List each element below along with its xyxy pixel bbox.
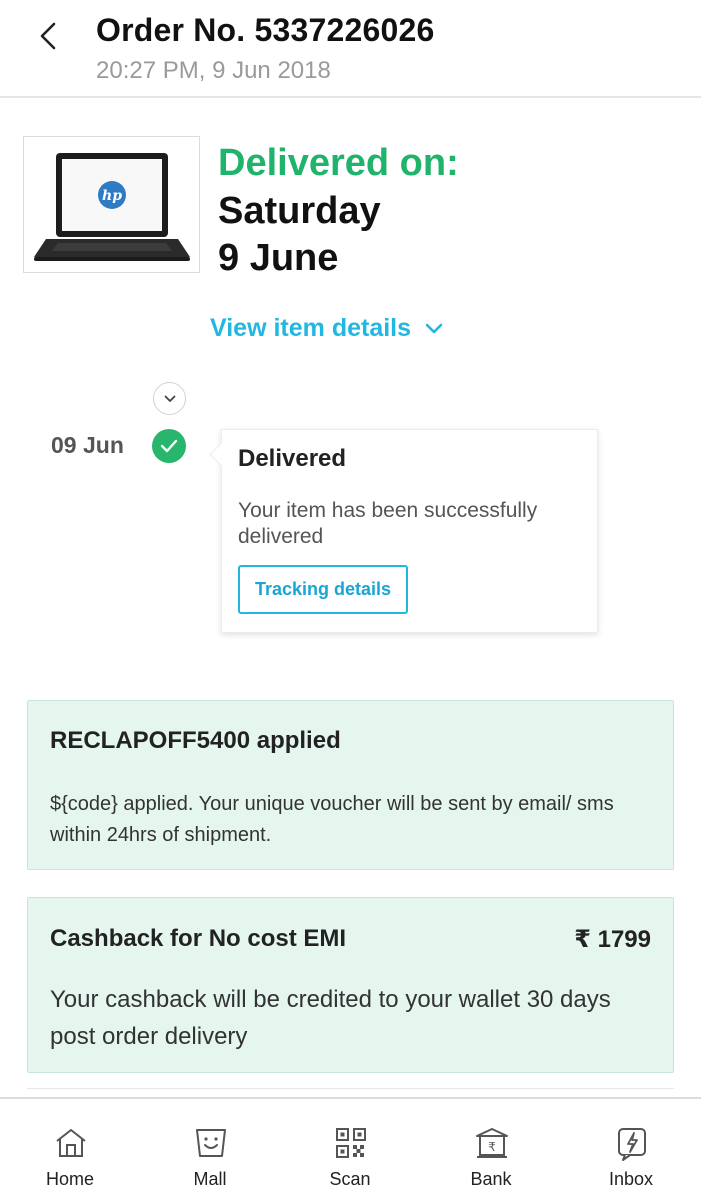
nav-inbox[interactable]: Inbox — [571, 1099, 691, 1200]
voucher-title: RECLAPOFF5400 applied — [50, 727, 341, 754]
tracking-details-button[interactable]: Tracking details — [238, 565, 408, 614]
back-button[interactable] — [30, 18, 66, 54]
view-item-details-label: View item details — [210, 314, 412, 342]
delivered-label: Delivered on: — [218, 142, 459, 184]
voucher-message: ${code} applied. Your unique voucher wil… — [50, 793, 614, 846]
nav-scan-label: Scan — [329, 1169, 371, 1189]
svg-text:₹: ₹ — [488, 1140, 496, 1154]
timeline-expand-button[interactable] — [153, 382, 186, 415]
status-check-icon — [152, 429, 186, 463]
divider — [27, 1088, 674, 1089]
mall-icon — [196, 1129, 226, 1157]
nav-mall-label: Mall — [193, 1169, 227, 1189]
nav-home-label: Home — [45, 1169, 94, 1189]
cashback-message: Your cashback will be credited to your w… — [50, 986, 611, 1050]
nav-mall[interactable]: Mall — [150, 1099, 270, 1200]
nav-inbox-label: Inbox — [608, 1169, 654, 1189]
nav-scan[interactable]: Scan — [290, 1099, 410, 1200]
voucher-box: RECLAPOFF5400 applied ${code} applied. Y… — [27, 700, 674, 870]
nav-bank[interactable]: ₹ Bank — [431, 1099, 551, 1200]
chevron-down-icon — [164, 395, 175, 402]
delivered-day: Saturday — [218, 190, 381, 232]
timeline-date: 09 Jun — [51, 432, 124, 458]
qr-scan-icon — [336, 1128, 366, 1158]
cashback-box: Cashback for No cost EMI ₹ 1799 Your cas… — [27, 897, 674, 1073]
order-detail-page: Order No. 5337226026 20:27 PM, 9 Jun 201… — [0, 0, 701, 1200]
order-timestamp: 20:27 PM, 9 Jun 2018 — [96, 57, 331, 84]
nav-bank-label: Bank — [470, 1169, 512, 1189]
header: Order No. 5337226026 20:27 PM, 9 Jun 201… — [0, 0, 701, 98]
nav-home[interactable]: Home — [10, 1099, 130, 1200]
inbox-icon — [618, 1128, 646, 1161]
status-card: Delivered Your item has been successfull… — [221, 429, 598, 633]
svg-text:hp: hp — [102, 188, 122, 204]
delivered-date: 9 June — [218, 237, 339, 279]
view-item-details-link[interactable]: View item details — [210, 314, 443, 343]
status-title: Delivered — [238, 445, 347, 472]
home-icon — [56, 1129, 86, 1157]
product-image[interactable]: hp — [23, 136, 200, 273]
cashback-title: Cashback for No cost EMI — [50, 925, 347, 952]
bottom-nav: Home Mall Scan ₹ Bank Inbox — [0, 1097, 701, 1200]
cashback-amount: ₹ 1799 — [574, 926, 651, 953]
laptop-image-icon: hp — [33, 152, 190, 261]
bank-icon: ₹ — [476, 1128, 508, 1158]
back-arrow-icon — [40, 22, 56, 50]
status-message: Your item has been successfully delivere… — [238, 499, 538, 548]
chevron-down-icon — [425, 323, 443, 333]
page-title: Order No. 5337226026 — [96, 12, 435, 48]
